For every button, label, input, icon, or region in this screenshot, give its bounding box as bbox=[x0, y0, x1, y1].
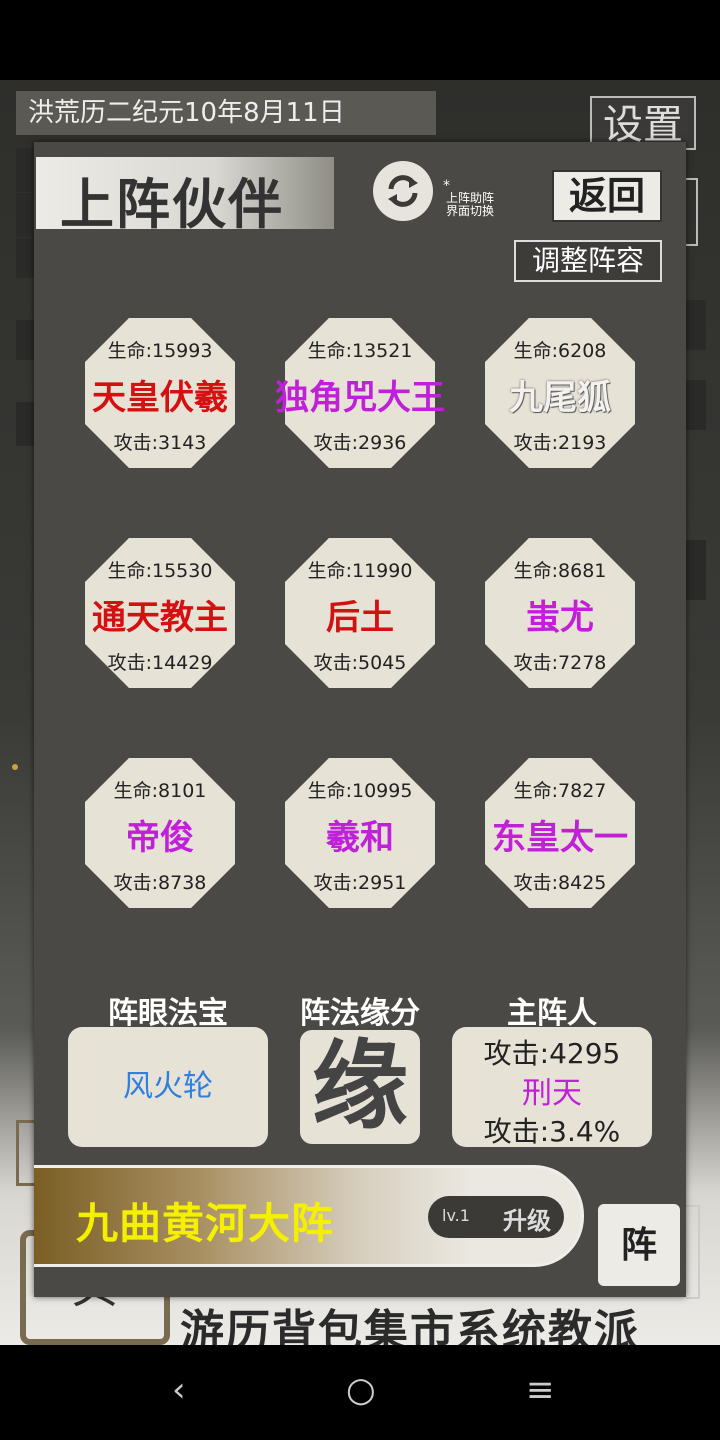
card-name: 蚩尤 bbox=[526, 598, 594, 638]
refresh-icon bbox=[388, 175, 418, 207]
nav-home-icon[interactable]: ○ bbox=[346, 1370, 376, 1410]
card-name: 羲和 bbox=[326, 818, 394, 858]
page-title: 上阵伙伴 bbox=[60, 172, 284, 236]
treasure-label: 阵眼法宝 bbox=[108, 996, 228, 1031]
upgrade-label: 升级 bbox=[503, 1207, 551, 1235]
formation-level: lv.1 bbox=[442, 1206, 470, 1225]
card-hp: 生命:10995 bbox=[307, 780, 413, 802]
bg-block bbox=[686, 300, 706, 350]
card-hp: 生命:15993 bbox=[107, 340, 213, 362]
card-attack: 攻击:14429 bbox=[107, 652, 213, 674]
card-attack: 攻击:3143 bbox=[113, 432, 207, 454]
bg-button-edge bbox=[686, 178, 698, 246]
partner-card[interactable]: 生命:8101 攻击:8738 帝俊 bbox=[85, 758, 235, 908]
card-hp: 生命:7827 bbox=[513, 780, 607, 802]
switch-label: 界面切换 bbox=[446, 204, 495, 218]
treasure-slot[interactable]: 风火轮 bbox=[68, 1027, 268, 1147]
card-attack: 攻击:8425 bbox=[513, 872, 607, 894]
partner-card[interactable]: 生命:6208 攻击:2193 九尾狐 bbox=[485, 318, 635, 468]
leader-bonus: 攻击:3.4% bbox=[483, 1115, 621, 1148]
card-attack: 攻击:2193 bbox=[513, 432, 607, 454]
leader-name: 刑天 bbox=[522, 1076, 582, 1111]
partner-card[interactable]: 生命:13521 攻击:2936 独角兕大王 bbox=[275, 318, 445, 468]
fate-button[interactable]: 缘 bbox=[300, 1030, 420, 1144]
partner-card[interactable]: 生命:15993 攻击:3143 天皇伏羲 bbox=[85, 318, 235, 468]
card-hp: 生命:8101 bbox=[113, 780, 207, 802]
bg-button-edge bbox=[686, 1205, 700, 1299]
leader-attack: 攻击:4295 bbox=[483, 1037, 621, 1070]
partner-card[interactable]: 生命:11990 攻击:5045 后土 bbox=[285, 538, 435, 688]
card-name: 东皇太一 bbox=[492, 818, 628, 858]
bg-block bbox=[686, 380, 706, 430]
switch-view-button[interactable] bbox=[373, 161, 433, 221]
card-attack: 攻击:5045 bbox=[313, 652, 407, 674]
card-hp: 生命:15530 bbox=[107, 560, 213, 582]
card-name: 独角兕大王 bbox=[275, 378, 445, 418]
date-bar: 洪荒历二纪元10年8月11日 bbox=[16, 91, 436, 135]
leader-label: 主阵人 bbox=[507, 996, 597, 1031]
card-attack: 攻击:2951 bbox=[313, 872, 407, 894]
nav-back-icon[interactable]: ‹ bbox=[172, 1370, 186, 1410]
card-name: 通天教主 bbox=[92, 598, 228, 638]
card-name: 天皇伏羲 bbox=[92, 378, 228, 418]
fate-label: 阵法缘分 bbox=[300, 996, 420, 1031]
card-hp: 生命:13521 bbox=[307, 340, 413, 362]
bg-block bbox=[686, 540, 706, 600]
formation-name: 九曲黄河大阵 bbox=[76, 1199, 335, 1248]
card-name: 九尾狐 bbox=[509, 378, 611, 418]
card-hp: 生命:8681 bbox=[513, 560, 607, 582]
partner-card[interactable]: 生命:7827 攻击:8425 东皇太一 bbox=[485, 758, 635, 908]
card-hp: 生命:11990 bbox=[307, 560, 413, 582]
card-attack: 攻击:2936 bbox=[313, 432, 407, 454]
card-attack: 攻击:8738 bbox=[113, 872, 207, 894]
switch-label: 上阵助阵 bbox=[446, 191, 495, 205]
card-name: 后土 bbox=[326, 598, 394, 638]
card-name: 帝俊 bbox=[126, 818, 194, 858]
formation-button[interactable]: 阵 bbox=[598, 1204, 680, 1286]
partner-card[interactable]: 生命:15530 攻击:14429 通天教主 bbox=[85, 538, 235, 688]
back-button[interactable]: 返回 bbox=[552, 170, 662, 222]
partner-card[interactable]: 生命:8681 攻击:7278 蚩尤 bbox=[485, 538, 635, 688]
card-hp: 生命:6208 bbox=[513, 340, 607, 362]
adjust-lineup-button[interactable]: 调整阵容 bbox=[514, 240, 662, 282]
nav-recents-icon[interactable]: ≡ bbox=[526, 1370, 555, 1410]
partner-card[interactable]: 生命:10995 攻击:2951 羲和 bbox=[285, 758, 435, 908]
bg-dot bbox=[12, 764, 18, 770]
card-attack: 攻击:7278 bbox=[513, 652, 607, 674]
